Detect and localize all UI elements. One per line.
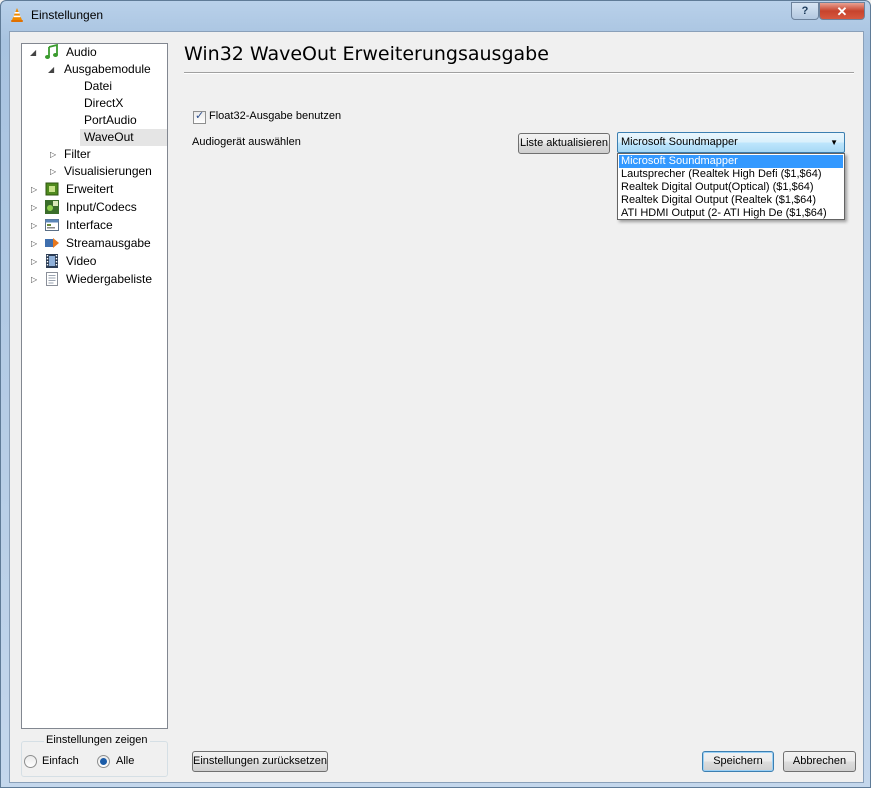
tree-label: Filter bbox=[64, 147, 91, 161]
collapsed-arrow-icon[interactable]: ▷ bbox=[31, 271, 37, 288]
stream-icon bbox=[45, 238, 59, 248]
film-icon bbox=[46, 254, 58, 268]
tree-item-erweitert[interactable]: ▷ Erweitert bbox=[22, 181, 167, 198]
tree-item-portaudio[interactable]: PortAudio bbox=[22, 112, 167, 129]
all-radio-label[interactable]: Alle bbox=[116, 755, 134, 767]
tree-item-datei[interactable]: Datei bbox=[22, 78, 167, 95]
tree-label: Audio bbox=[66, 45, 97, 59]
collapsed-arrow-icon[interactable]: ▷ bbox=[50, 163, 56, 180]
collapsed-arrow-icon[interactable]: ▷ bbox=[31, 235, 37, 252]
category-tree[interactable]: ◢ Audio ◢ Ausgabemodule Datei DirectX Po… bbox=[21, 43, 168, 729]
show-settings-group: Einstellungen zeigen Einfach Alle bbox=[21, 734, 168, 777]
reset-settings-button[interactable]: Einstellungen zurücksetzen bbox=[192, 751, 328, 772]
playlist-icon bbox=[46, 272, 58, 286]
simple-radio-label[interactable]: Einfach bbox=[42, 755, 79, 767]
collapsed-arrow-icon[interactable]: ▷ bbox=[31, 199, 37, 216]
tree-item-filter[interactable]: ▷ Filter bbox=[22, 146, 167, 163]
tree-item-video[interactable]: ▷ Video bbox=[22, 253, 167, 270]
tree-label: WaveOut bbox=[84, 130, 134, 144]
save-button[interactable]: Speichern bbox=[702, 751, 774, 772]
tree-label: Input/Codecs bbox=[66, 200, 137, 214]
settings-window: Einstellungen ? ✕ ◢ Audio ◢ Ausgabemodul… bbox=[0, 0, 871, 788]
dropdown-option[interactable]: Microsoft Soundmapper bbox=[619, 155, 843, 168]
expanded-arrow-icon[interactable]: ◢ bbox=[48, 61, 54, 78]
tree-item-input-codecs[interactable]: ▷ Input/Codecs bbox=[22, 199, 167, 216]
collapsed-arrow-icon[interactable]: ▷ bbox=[50, 146, 56, 163]
music-note-icon bbox=[45, 44, 58, 59]
dialog-client: ◢ Audio ◢ Ausgabemodule Datei DirectX Po… bbox=[9, 31, 864, 783]
float32-label[interactable]: Float32-Ausgabe benutzen bbox=[209, 110, 341, 122]
tree-item-directx[interactable]: DirectX bbox=[22, 95, 167, 112]
dropdown-option[interactable]: Realtek Digital Output(Optical) ($1,$64) bbox=[619, 181, 843, 194]
tree-item-visualisierungen[interactable]: ▷ Visualisierungen bbox=[22, 163, 167, 180]
collapsed-arrow-icon[interactable]: ▷ bbox=[31, 253, 37, 270]
chevron-down-icon[interactable]: ▼ bbox=[830, 133, 838, 152]
help-button[interactable]: ? bbox=[791, 2, 819, 20]
title-bar[interactable]: Einstellungen ? ✕ bbox=[1, 1, 870, 31]
tree-item-ausgabemodule[interactable]: ◢ Ausgabemodule bbox=[22, 61, 167, 78]
tree-item-waveout[interactable]: WaveOut bbox=[80, 129, 167, 146]
tree-label: Erweitert bbox=[66, 182, 114, 196]
tree-label: PortAudio bbox=[84, 113, 137, 127]
window-title: Einstellungen bbox=[31, 8, 104, 22]
expanded-arrow-icon[interactable]: ◢ bbox=[30, 44, 36, 61]
simple-radio[interactable] bbox=[24, 755, 37, 768]
codec-icon bbox=[45, 200, 59, 214]
device-select[interactable]: Microsoft Soundmapper ▼ bbox=[617, 132, 845, 153]
device-dropdown-list[interactable]: Microsoft Soundmapper Lautsprecher (Real… bbox=[617, 153, 845, 220]
collapsed-arrow-icon[interactable]: ▷ bbox=[31, 181, 37, 198]
chip-icon bbox=[45, 182, 59, 196]
tree-label: Streamausgabe bbox=[66, 236, 151, 250]
tree-item-streamausgabe[interactable]: ▷ Streamausgabe bbox=[22, 235, 167, 252]
tree-label: Datei bbox=[84, 79, 113, 93]
tree-item-wiedergabeliste[interactable]: ▷ Wiedergabeliste bbox=[22, 271, 167, 288]
interface-icon bbox=[45, 219, 59, 231]
tree-item-interface[interactable]: ▷ Interface bbox=[22, 217, 167, 234]
dropdown-option[interactable]: Realtek Digital Output (Realtek ($1,$64) bbox=[619, 194, 843, 207]
all-radio[interactable] bbox=[97, 755, 110, 768]
dropdown-option[interactable]: ATI HDMI Output (2- ATI High De ($1,$64) bbox=[619, 207, 843, 220]
checkmark-icon: ✓ bbox=[195, 109, 205, 122]
tree-label: Ausgabemodule bbox=[64, 62, 151, 76]
tree-label: DirectX bbox=[84, 96, 124, 110]
cancel-button[interactable]: Abbrechen bbox=[783, 751, 856, 772]
tree-label: Visualisierungen bbox=[64, 164, 152, 178]
vlc-cone-icon bbox=[11, 8, 23, 22]
close-button[interactable]: ✕ bbox=[819, 2, 865, 20]
tree-label: Wiedergabeliste bbox=[66, 272, 153, 286]
device-label: Audiogerät auswählen bbox=[192, 136, 301, 148]
tree-label: Interface bbox=[66, 218, 113, 232]
tree-label: Video bbox=[66, 254, 97, 268]
collapsed-arrow-icon[interactable]: ▷ bbox=[31, 217, 37, 234]
device-select-value: Microsoft Soundmapper bbox=[621, 136, 738, 148]
tree-item-audio[interactable]: ◢ Audio bbox=[22, 44, 167, 61]
dropdown-option[interactable]: Lautsprecher (Realtek High Defi ($1,$64) bbox=[619, 168, 843, 181]
refresh-list-button[interactable]: Liste aktualisieren bbox=[518, 133, 610, 154]
float32-checkbox[interactable]: ✓ bbox=[193, 109, 206, 124]
panel-heading: Win32 WaveOut Erweiterungsausgabe bbox=[184, 43, 549, 65]
show-settings-title: Einstellungen zeigen bbox=[44, 734, 150, 746]
heading-separator bbox=[184, 72, 854, 74]
